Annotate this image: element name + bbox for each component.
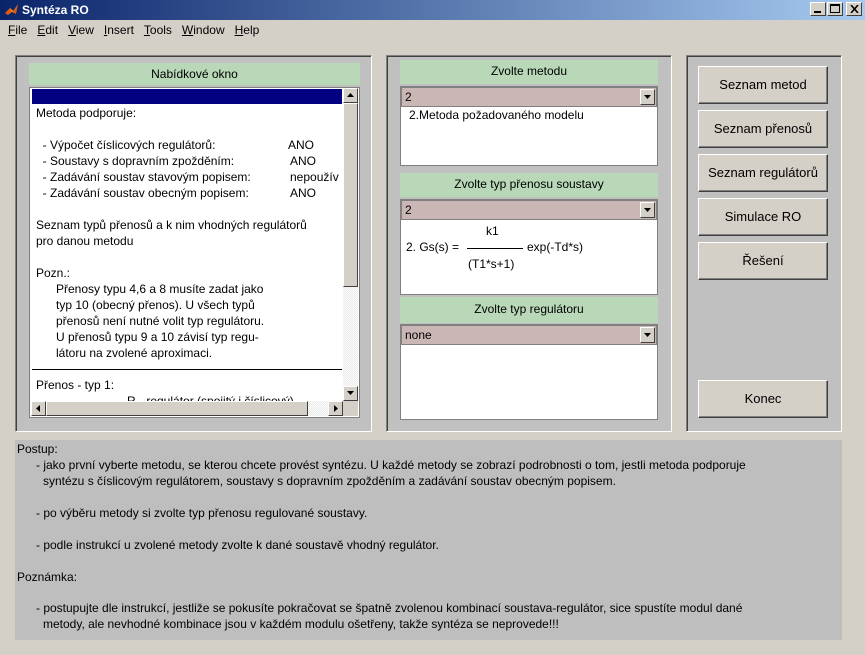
prenos-dropdown-button[interactable]: [640, 202, 655, 218]
simulace-ro-button[interactable]: Simulace RO: [698, 198, 828, 236]
support-value: ANO: [290, 154, 317, 168]
info-line: - Zadávání soustav stavovým popisem:: [36, 170, 251, 184]
menu-insert[interactable]: Insert: [99, 23, 139, 37]
metoda-list-item[interactable]: 2.Metoda požadovaného modelu: [409, 108, 584, 122]
scroll-down-button[interactable]: [343, 386, 358, 401]
scroll-right-button[interactable]: [328, 401, 343, 416]
maximize-button[interactable]: [827, 2, 843, 16]
matlab-icon: [5, 4, 18, 15]
window-controls: [809, 2, 862, 16]
regulator-select[interactable]: none: [401, 325, 657, 345]
zvolte-metodu-header: Zvolte metodu: [400, 60, 658, 84]
chevron-down-icon: [644, 208, 651, 212]
prenos-clip: R - regulátor (spojitý i číslicový): [32, 390, 342, 401]
minimize-icon: [814, 11, 821, 13]
info-line: typ 10 (obecný přenos). U všech typů: [36, 298, 255, 312]
info-line: Metoda podporuje:: [36, 106, 137, 120]
poznamka-line: - postupujte dle instrukcí, jestliže se …: [36, 601, 743, 615]
reseni-button[interactable]: Řešení: [698, 242, 828, 280]
seznam-metod-button[interactable]: Seznam metod: [698, 66, 828, 104]
menu-edit[interactable]: Edit: [32, 23, 63, 37]
nabidkove-okno-header: Nabídkové okno: [29, 63, 360, 85]
scroll-left-button[interactable]: [31, 401, 46, 416]
scroll-up-button[interactable]: [343, 88, 358, 103]
konec-button[interactable]: Konec: [698, 380, 828, 418]
seznam-prenosu-button[interactable]: Seznam přenosů: [698, 110, 828, 148]
support-value: ANO: [288, 138, 315, 152]
regulator-selected-value: none: [405, 328, 432, 342]
prenos-select[interactable]: 2: [401, 200, 657, 220]
info-line: pro danou metodu: [36, 234, 134, 248]
menu-tools[interactable]: Tools: [139, 23, 177, 37]
postup-line: - jako první vyberte metodu, se kterou c…: [36, 458, 746, 472]
zvolte-typ-prenosu-header: Zvolte typ přenosu soustavy: [400, 173, 658, 197]
menu-bar: File Edit View Insert Tools Window Help: [0, 20, 865, 40]
formula-fraction-bar: [467, 248, 523, 249]
postup-line: syntézu s číslicovým regulátorem, sousta…: [43, 474, 616, 488]
menu-file[interactable]: File: [3, 23, 32, 37]
menu-window[interactable]: Window: [177, 23, 230, 37]
prenos-cut-line: R - regulátor (spojitý i číslicový): [127, 394, 294, 401]
close-icon: [850, 5, 859, 13]
title-bar[interactable]: Syntéza RO: [0, 0, 865, 20]
formula-denominator: (T1*s+1): [468, 257, 515, 271]
formula-suffix: exp(-Td*s): [527, 240, 584, 254]
arrow-right-icon: [334, 405, 338, 412]
menu-view[interactable]: View: [63, 23, 99, 37]
info-line: látoru na zvolené aproximaci.: [36, 346, 213, 360]
seznam-regulatoru-button[interactable]: Seznam regulátorů: [698, 154, 828, 192]
minimize-button[interactable]: [810, 2, 826, 16]
selection-bar: [32, 89, 342, 104]
vertical-scroll-thumb[interactable]: [343, 103, 358, 287]
menu-help[interactable]: Help: [230, 23, 265, 37]
info-line: Seznam typů přenosů a k nim vhodných reg…: [36, 218, 307, 232]
poznamka-line: metody, ale nevhodné kombinace jsou v ka…: [43, 617, 559, 631]
support-value: nepoužív: [290, 170, 339, 184]
info-line: U přenosů typu 9 a 10 závisí typ regu-: [36, 330, 259, 344]
maximize-icon: [830, 4, 840, 13]
divider: [32, 369, 342, 370]
zvolte-typ-regulatoru-header: Zvolte typ regulátoru: [400, 297, 658, 323]
info-line: přenosů není nutné volit typ regulátoru.: [36, 314, 265, 328]
info-line: - Zadávání soustav obecným popisem:: [36, 186, 249, 200]
arrow-left-icon: [36, 405, 40, 412]
metoda-select[interactable]: 2: [401, 87, 657, 107]
chevron-down-icon: [644, 95, 651, 99]
postup-title: Postup:: [17, 442, 58, 456]
poznamka-title: Poznámka:: [17, 570, 78, 584]
metoda-dropdown-button[interactable]: [640, 89, 655, 105]
info-line: - Soustavy s dopravním zpožděním:: [36, 154, 235, 168]
arrow-up-icon: [347, 93, 354, 97]
info-line: Pozn.:: [36, 266, 71, 280]
regulator-dropdown-button[interactable]: [640, 327, 655, 343]
postup-line: - podle instrukcí u zvolené metody zvolt…: [36, 538, 439, 552]
support-value: ANO: [290, 186, 317, 200]
horizontal-scroll-thumb[interactable]: [46, 401, 308, 416]
window-title: Syntéza RO: [22, 3, 89, 17]
scroll-corner: [343, 401, 358, 416]
info-line: - Výpočet číslicových regulátorů:: [36, 138, 216, 152]
prenos-selected-value: 2: [405, 203, 412, 217]
arrow-down-icon: [347, 391, 354, 395]
chevron-down-icon: [644, 333, 651, 337]
formula-prefix: 2. Gs(s) =: [406, 240, 460, 254]
formula-numerator: k1: [486, 224, 499, 238]
close-button[interactable]: [846, 2, 862, 16]
postup-line: - po výběru metody si zvolte typ přenosu…: [36, 506, 368, 520]
metoda-selected-value: 2: [405, 90, 412, 104]
info-line: Přenosy typu 4,6 a 8 musíte zadat jako: [36, 282, 264, 296]
